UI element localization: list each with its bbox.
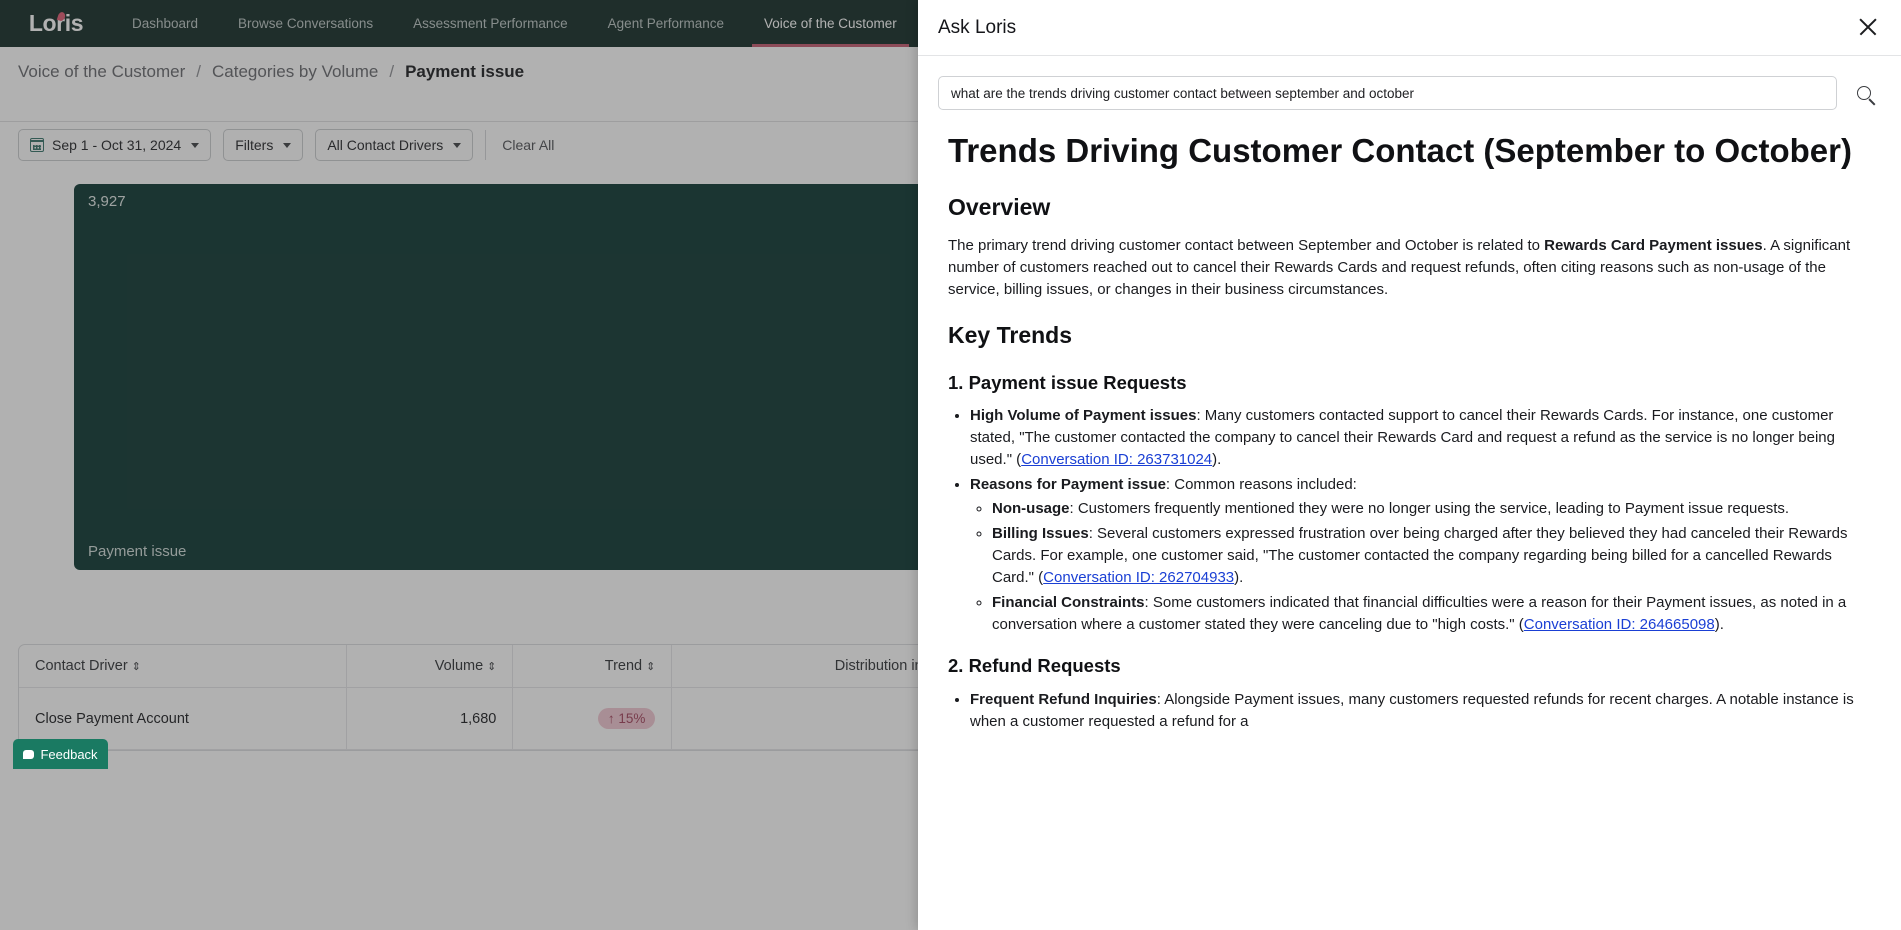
- cell-volume: 1,680: [347, 688, 513, 750]
- sub-bullet-text: : Customers frequently mentioned they we…: [1070, 500, 1790, 517]
- close-icon[interactable]: [1857, 16, 1879, 38]
- sub-bullet-bold: Non-usage: [992, 500, 1070, 517]
- filter-divider: [485, 130, 486, 160]
- nav-label: Voice of the Customer: [764, 16, 897, 32]
- column-header-contact-driver[interactable]: Contact Driver ⇕: [19, 645, 347, 688]
- loris-logo[interactable]: Loris: [0, 0, 112, 47]
- feedback-label: Feedback: [40, 747, 97, 762]
- nav-label: Assessment Performance: [413, 16, 568, 32]
- bullet-bold: Reasons for Payment issue: [970, 476, 1166, 493]
- sub-bullet-bold: Financial Constraints: [992, 594, 1145, 611]
- overview-heading: Overview: [948, 191, 1869, 225]
- breadcrumb-item-payment-issue: Payment issue: [405, 62, 524, 82]
- nav-item-assessment-performance[interactable]: Assessment Performance: [393, 0, 588, 47]
- section-2-list: Frequent Refund Inquiries: Alongside Pay…: [970, 689, 1869, 733]
- list-item: Reasons for Payment issue: Common reason…: [970, 474, 1869, 636]
- panel-header: Ask Loris: [918, 0, 1901, 56]
- filters-button[interactable]: Filters: [223, 129, 303, 161]
- column-header-volume[interactable]: Volume ⇕: [347, 645, 513, 688]
- breadcrumb-item-categories-by-volume[interactable]: Categories by Volume: [212, 62, 378, 82]
- breadcrumb-separator: /: [389, 62, 394, 82]
- contact-drivers-label: All Contact Drivers: [327, 137, 443, 153]
- treemap-label: Payment issue: [88, 543, 186, 560]
- answer-heading: Trends Driving Customer Contact (Septemb…: [948, 132, 1869, 171]
- conversation-link[interactable]: Conversation ID: 264665098: [1524, 616, 1715, 633]
- section-1-list: High Volume of Payment issues: Many cust…: [970, 405, 1869, 636]
- list-item: Financial Constraints: Some customers in…: [992, 592, 1869, 636]
- speech-bubble-icon: [23, 750, 34, 759]
- sort-icon: ⇕: [646, 662, 655, 673]
- chevron-down-icon: [283, 143, 291, 148]
- chevron-down-icon: [191, 143, 199, 148]
- nav-item-voice-of-the-customer[interactable]: Voice of the Customer: [744, 0, 917, 47]
- search-input[interactable]: [951, 86, 1824, 101]
- bullet-text: : Common reasons included:: [1166, 476, 1357, 493]
- nav-label: Agent Performance: [608, 16, 724, 32]
- ask-loris-panel: Ask Loris Trends Driving Customer Contac…: [918, 0, 1901, 930]
- contact-drivers-filter[interactable]: All Contact Drivers: [315, 129, 473, 161]
- conversation-link[interactable]: Conversation ID: 262704933: [1043, 569, 1234, 586]
- filters-label: Filters: [235, 137, 273, 153]
- date-range-filter[interactable]: Sep 1 - Oct 31, 2024: [18, 129, 211, 161]
- breadcrumb-separator: /: [196, 62, 201, 82]
- bullet-bold: High Volume of Payment issues: [970, 407, 1196, 424]
- clear-all-button[interactable]: Clear All: [498, 137, 558, 153]
- search-icon: [1857, 86, 1871, 100]
- breadcrumb-item-voice-of-the-customer[interactable]: Voice of the Customer: [18, 62, 185, 82]
- nav-item-browse-conversations[interactable]: Browse Conversations: [218, 0, 393, 47]
- trend-badge: ↑ 15%: [598, 708, 656, 729]
- chevron-down-icon: [453, 143, 461, 148]
- section-1-sublist: Non-usage: Customers frequently mentione…: [992, 498, 1869, 636]
- header-label: Contact Driver: [35, 658, 128, 674]
- panel-body: Trends Driving Customer Contact (Septemb…: [918, 118, 1901, 930]
- calendar-icon: [30, 138, 44, 152]
- sub-bullet-tail: ).: [1715, 616, 1724, 633]
- header-label: Volume: [435, 658, 483, 674]
- overview-text-a: The primary trend driving customer conta…: [948, 237, 1544, 254]
- list-item: Frequent Refund Inquiries: Alongside Pay…: [970, 689, 1869, 733]
- bullet-tail: ).: [1212, 451, 1221, 468]
- list-item: High Volume of Payment issues: Many cust…: [970, 405, 1869, 471]
- brand-label: Loris: [29, 10, 83, 37]
- date-range-label: Sep 1 - Oct 31, 2024: [52, 137, 181, 153]
- sub-bullet-bold: Billing Issues: [992, 525, 1089, 542]
- overview-paragraph: The primary trend driving customer conta…: [948, 235, 1869, 301]
- nav-label: Dashboard: [132, 16, 198, 32]
- nav-item-agent-performance[interactable]: Agent Performance: [588, 0, 744, 47]
- nav-label: Browse Conversations: [238, 16, 373, 32]
- overview-bold: Rewards Card Payment issues: [1544, 237, 1762, 254]
- conversation-link[interactable]: Conversation ID: 263731024: [1021, 451, 1212, 468]
- breadcrumb-divider: [0, 121, 918, 122]
- panel-search-row: [918, 56, 1901, 118]
- panel-title: Ask Loris: [938, 17, 1016, 39]
- section-2-heading: 2. Refund Requests: [948, 652, 1869, 679]
- search-input-wrapper[interactable]: [938, 76, 1837, 110]
- feedback-button[interactable]: Feedback: [13, 739, 108, 769]
- cell-trend: ↑ 15%: [513, 688, 672, 750]
- breadcrumb: Voice of the Customer / Categories by Vo…: [18, 62, 524, 82]
- sort-icon: ⇕: [132, 662, 141, 673]
- nav-item-dashboard[interactable]: Dashboard: [112, 0, 218, 47]
- key-trends-heading: Key Trends: [948, 319, 1869, 353]
- header-label: Trend: [605, 658, 642, 674]
- filter-bar: Sep 1 - Oct 31, 2024 Filters All Contact…: [18, 129, 558, 161]
- bullet-bold: Frequent Refund Inquiries: [970, 691, 1157, 708]
- list-item: Billing Issues: Several customers expres…: [992, 523, 1869, 589]
- list-item: Non-usage: Customers frequently mentione…: [992, 498, 1869, 520]
- sort-icon: ⇕: [487, 662, 496, 673]
- sub-bullet-tail: ).: [1234, 569, 1243, 586]
- search-submit-button[interactable]: [1847, 76, 1881, 110]
- column-header-trend[interactable]: Trend ⇕: [513, 645, 672, 688]
- treemap-value: 3,927: [88, 193, 126, 210]
- section-1-heading: 1. Payment issue Requests: [948, 369, 1869, 396]
